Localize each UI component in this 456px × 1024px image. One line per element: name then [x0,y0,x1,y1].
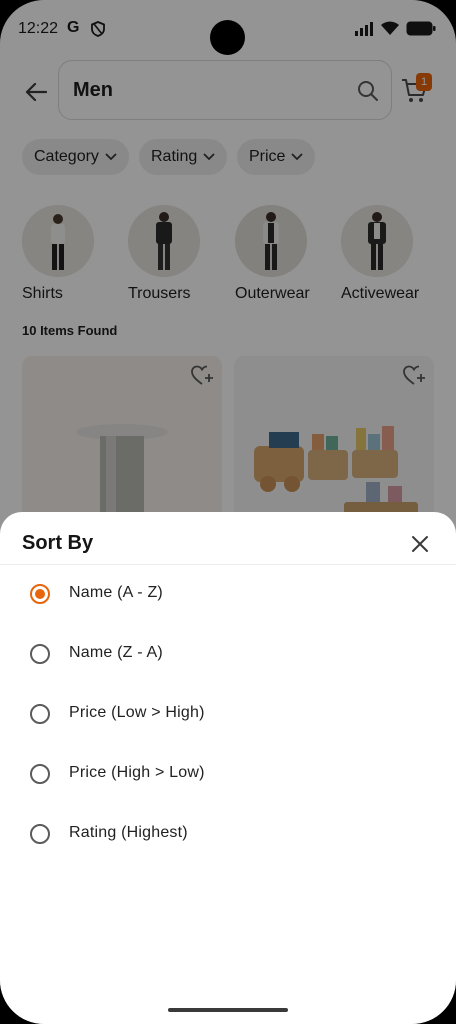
radio-button[interactable] [30,644,50,664]
sort-option-price-desc[interactable]: Price (High > Low) [0,746,456,802]
phone-screen: 12:22 G Men 1 Category Rating Price Shir… [0,0,456,1024]
sort-bottom-sheet: Sort By Name (A - Z) Name (Z - A) Price … [0,512,456,1024]
sort-option-name-asc[interactable]: Name (A - Z) [0,566,456,622]
divider [0,564,456,565]
close-button[interactable] [408,532,432,556]
radio-button[interactable] [30,704,50,724]
radio-button[interactable] [30,584,50,604]
option-label: Price (Low > High) [69,704,205,721]
sort-option-rating[interactable]: Rating (Highest) [0,806,456,862]
sort-option-price-asc[interactable]: Price (Low > High) [0,686,456,742]
close-icon [412,536,428,552]
option-label: Name (Z - A) [69,644,163,661]
sort-option-name-desc[interactable]: Name (Z - A) [0,626,456,682]
radio-button[interactable] [30,764,50,784]
option-label: Price (High > Low) [69,764,205,781]
option-label: Name (A - Z) [69,584,163,601]
sheet-title: Sort By [22,532,94,554]
home-indicator[interactable] [168,1008,288,1012]
option-label: Rating (Highest) [69,824,188,841]
radio-button[interactable] [30,824,50,844]
